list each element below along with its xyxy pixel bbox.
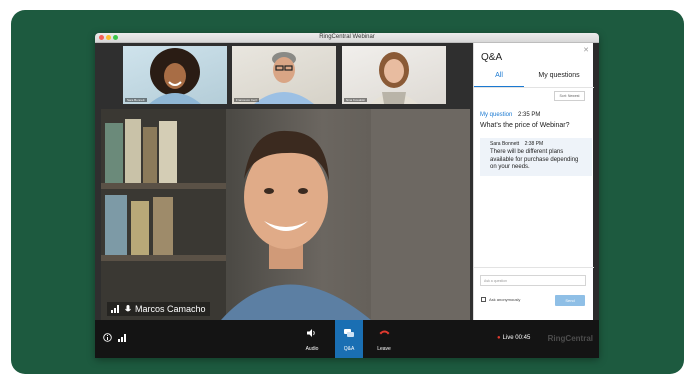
- answer-text: There will be different plans available …: [490, 149, 579, 170]
- tab-my-questions[interactable]: My questions: [524, 72, 594, 87]
- ask-anonymously-option[interactable]: Ask anonymously: [481, 297, 520, 302]
- tab-divider: [474, 87, 594, 88]
- live-dot-icon: ●: [497, 335, 501, 341]
- chat-bubble-icon: [335, 329, 363, 337]
- participant-name: Francesco Cerri: [234, 98, 260, 102]
- signal-icon[interactable]: [118, 333, 127, 342]
- title-bar: RingCentral Webinar: [95, 33, 599, 43]
- hang-up-icon: [370, 329, 398, 336]
- qa-label: Q&A: [343, 346, 355, 352]
- participant-avatar: [254, 52, 314, 104]
- speaker-icon: [298, 329, 326, 337]
- microphone-icon: [125, 304, 131, 311]
- webinar-window: RingCentral Webinar Sara Bonnett Frances…: [95, 33, 599, 358]
- main-speaker-video: Marcos Camacho: [101, 109, 470, 320]
- question-text: What's the price of Webinar?: [480, 122, 570, 129]
- signal-icon: [111, 305, 119, 313]
- question-time: 2:35 PM: [518, 112, 541, 118]
- leave-button[interactable]: Leave: [370, 320, 398, 358]
- question-meta: My question 2:35 PM: [480, 112, 540, 118]
- speaker-label: Marcos Camacho: [107, 302, 210, 316]
- participant-avatar: [149, 48, 201, 104]
- sort-dropdown[interactable]: Sort: Newest: [554, 91, 585, 101]
- compose-divider: [474, 267, 594, 268]
- tab-all[interactable]: All: [474, 72, 524, 87]
- send-button[interactable]: Send: [555, 295, 585, 306]
- video-stage: Sara Bonnett Francesco Cerri Nina Kowals…: [95, 43, 473, 320]
- answer-meta: Sara Bonnett 2:38 PM: [490, 141, 584, 147]
- participant-avatar: [370, 52, 418, 104]
- participant-name: Sara Bonnett: [125, 98, 147, 102]
- participant-thumbnail[interactable]: Sara Bonnett: [123, 46, 227, 104]
- answer-card: Sara Bonnett 2:38 PM There will be diffe…: [480, 138, 592, 176]
- participant-thumbnail[interactable]: Francesco Cerri: [232, 46, 336, 104]
- anonymous-checkbox[interactable]: [481, 297, 486, 302]
- leave-label: Leave: [377, 346, 391, 352]
- brand-logo: RingCentral: [547, 334, 593, 343]
- participant-thumbnail[interactable]: Nina Kowalski: [342, 46, 446, 104]
- toolbar-left: [103, 333, 127, 342]
- qa-panel: Q&A ✕ All My questions Sort: Newest My q…: [473, 43, 594, 320]
- ask-question-input[interactable]: Ask a question: [480, 275, 586, 286]
- live-timer: ● Live 00:45: [497, 335, 530, 341]
- answer-time: 2:38 PM: [524, 141, 544, 147]
- participant-name: Nina Kowalski: [344, 98, 367, 102]
- info-icon[interactable]: [103, 333, 112, 342]
- answer-author: Sara Bonnett: [490, 141, 520, 147]
- audio-button[interactable]: Audio: [298, 320, 326, 358]
- window-title: RingCentral Webinar: [319, 34, 375, 40]
- live-label: Live 00:45: [502, 335, 531, 341]
- qa-title: Q&A: [481, 52, 503, 63]
- speaker-image: [101, 109, 470, 320]
- meeting-toolbar: Audio Q&A Leave ● Live 00:45 RingCentral: [95, 320, 599, 358]
- qa-button[interactable]: Q&A: [335, 320, 363, 358]
- close-icon[interactable]: ✕: [583, 46, 589, 54]
- anonymous-label: Ask anonymously: [489, 297, 521, 302]
- question-label: My question: [480, 112, 513, 118]
- audio-label: Audio: [305, 346, 319, 352]
- speaker-name: Marcos Camacho: [135, 304, 206, 314]
